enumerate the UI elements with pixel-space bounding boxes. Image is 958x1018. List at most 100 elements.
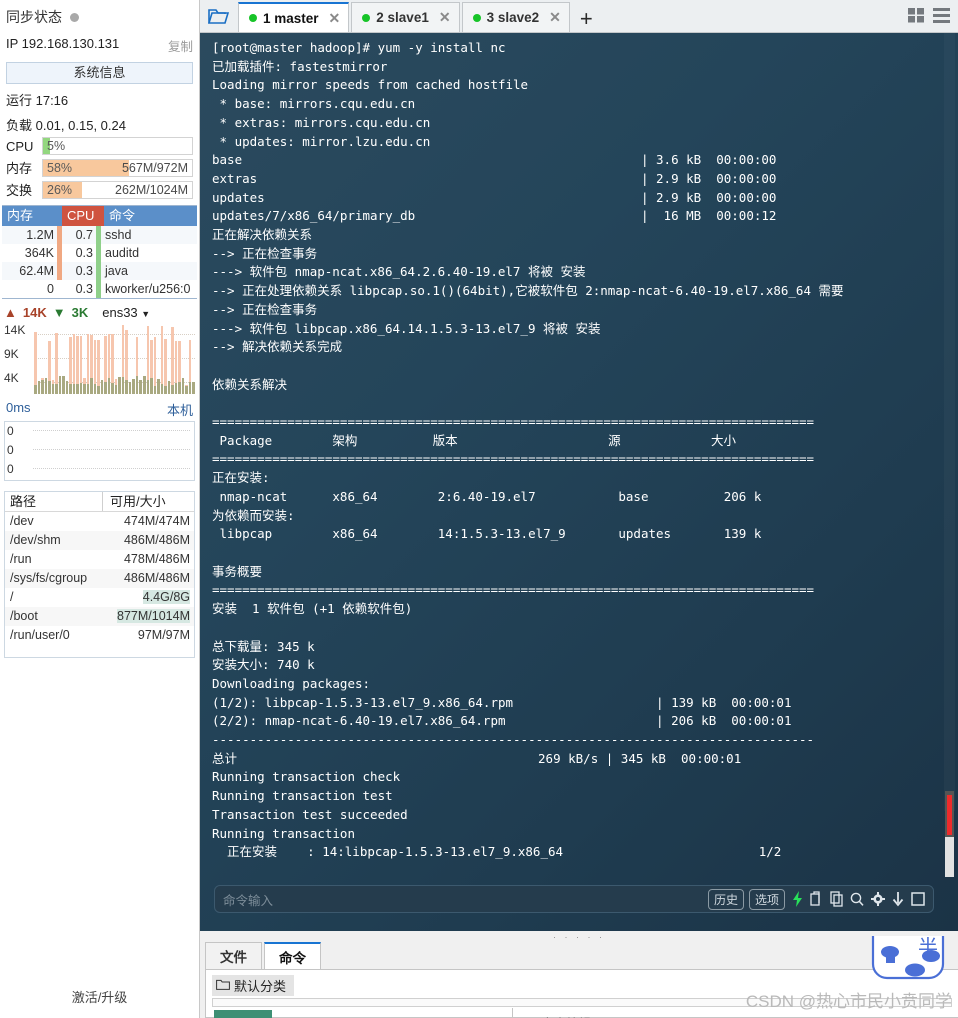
disk-row[interactable]: /boot 877M/1014M [5, 607, 194, 626]
lat-tick-2: 0 [7, 462, 14, 476]
process-mem: 1.2M [26, 228, 54, 242]
network-graph-y-axis: 14K 9K 4K [4, 322, 32, 394]
terminal-pane[interactable]: [root@master hadoop]# yum -y install nc … [200, 33, 958, 931]
tab-label: 1 master [263, 10, 319, 26]
net-bar [83, 322, 86, 394]
disk-row[interactable]: / 4.4G/8G [5, 588, 194, 607]
command-editor-title: 命令编辑器 [541, 1013, 604, 1018]
close-icon[interactable]: ✕ [549, 9, 561, 26]
net-bar [167, 322, 171, 394]
process-col-mem[interactable]: 内存 [2, 206, 62, 226]
copy-icon[interactable] [830, 891, 843, 907]
meter-row-CPU: CPU 5% [6, 137, 193, 155]
disk-avail: 486M/486M [123, 571, 190, 585]
bottom-tab-list: 文件 命令 [205, 942, 323, 969]
list-view-icon[interactable] [933, 8, 950, 26]
disk-path: /dev [10, 514, 34, 528]
paste-icon[interactable] [810, 891, 823, 907]
command-input[interactable]: 命令输入 [223, 890, 703, 909]
latency-graph: 0 0 0 [4, 421, 195, 481]
net-bar [121, 322, 125, 394]
bottom-tab-1[interactable]: 文件 [205, 942, 262, 969]
terminal-scrollbar[interactable] [944, 33, 955, 931]
default-category-item[interactable]: 默认分类 [212, 975, 295, 996]
tab-status-icon [362, 13, 371, 22]
terminal-tab-3[interactable]: 3 slave2 ✕ [461, 2, 570, 32]
process-cpu: 0.3 [75, 264, 93, 278]
net-bar [51, 322, 55, 394]
terminal-tab-2[interactable]: 2 slave1 ✕ [351, 2, 460, 32]
load-average-label: 负载 0.01, 0.15, 0.24 [6, 118, 126, 133]
network-interface-label: ens33 [102, 305, 138, 320]
meter-percent: 26% [47, 182, 73, 197]
activate-upgrade-link[interactable]: 激活/升级 [0, 987, 199, 1006]
scrollbar-track[interactable] [944, 33, 955, 811]
net-bar [171, 322, 174, 394]
app-root: 同步状态 IP 192.168.130.131 复制 系统信息 运行 17:16… [0, 0, 958, 1018]
latency-gridlines [33, 430, 190, 487]
window-icon[interactable] [911, 892, 925, 906]
new-tab-button[interactable]: + [572, 8, 603, 32]
process-row[interactable]: 364K 0.3 auditd [2, 244, 197, 262]
net-upload-value: 14K [22, 305, 47, 320]
lightning-icon[interactable] [792, 891, 803, 907]
disk-path: /run/user/0 [10, 628, 70, 642]
system-monitor-sidebar: 同步状态 IP 192.168.130.131 复制 系统信息 运行 17:16… [0, 0, 200, 1018]
panel-resize-grip[interactable]: · · · · · [553, 932, 605, 942]
process-row[interactable]: 0 0.3 kworker/u256:0 [2, 280, 197, 298]
ip-row: IP 192.168.130.131 复制 [6, 36, 193, 55]
close-icon[interactable]: ✕ [439, 9, 451, 26]
disk-col-avail: 可用/大小 [102, 492, 194, 511]
tabbar-right-controls [908, 8, 958, 32]
net-bar [181, 322, 185, 394]
process-col-cmd[interactable]: 命令 [104, 206, 197, 226]
process-row[interactable]: 1.2M 0.7 sshd [2, 226, 197, 244]
meter-bar: 58% 567M/972M [42, 158, 193, 177]
process-cpu: 0.3 [75, 282, 93, 296]
gear-icon[interactable] [871, 892, 885, 906]
folder-open-icon[interactable] [200, 0, 238, 32]
download-icon[interactable] [892, 891, 904, 907]
options-button[interactable]: 选项 [748, 888, 785, 910]
net-download-icon: ▼ [52, 305, 66, 320]
scrollbar-thumb[interactable] [945, 791, 954, 837]
system-info-button[interactable]: 系统信息 [6, 62, 193, 84]
process-row[interactable]: 62.4M 0.3 java [2, 262, 197, 280]
close-icon[interactable]: ✕ [329, 10, 341, 27]
net-tick-0: 14K [4, 323, 26, 337]
command-entry-chip[interactable] [214, 1010, 272, 1018]
disk-avail: 97M/97M [137, 628, 190, 642]
process-cmd: sshd [105, 228, 132, 242]
command-input-bar[interactable]: 命令输入 历史 选项 [214, 885, 934, 913]
disk-row[interactable]: /run/user/0 97M/97M [5, 626, 194, 645]
process-mem: 62.4M [19, 264, 54, 278]
disk-row[interactable]: /dev/shm 486M/486M [5, 531, 194, 550]
net-bar [185, 322, 188, 394]
disk-row[interactable]: /sys/fs/cgroup 486M/486M [5, 569, 194, 588]
history-button[interactable]: 历史 [707, 888, 744, 910]
net-bar [44, 322, 48, 394]
category-scroll-strip[interactable] [212, 998, 952, 1007]
net-bar [100, 322, 104, 394]
meter-row-交换: 交换 26% 262M/1024M [6, 180, 193, 199]
scrollbar-lower-track[interactable] [945, 837, 954, 877]
net-bar [58, 322, 62, 394]
default-category-label: 默认分类 [234, 979, 287, 994]
copy-ip-button[interactable]: 复制 [168, 36, 193, 55]
net-bar [37, 322, 41, 394]
sync-status-row: 同步状态 [6, 7, 199, 27]
process-col-cpu[interactable]: CPU [62, 206, 104, 226]
command-list-panel: 默认分类 命令编辑器 1 [205, 969, 958, 1018]
bottom-tab-2[interactable]: 命令 [264, 942, 321, 969]
network-interface-selector[interactable]: ens33 ▼ [102, 305, 150, 320]
disk-row[interactable]: /dev 474M/474M [5, 512, 194, 531]
grid-layout-icon[interactable] [908, 8, 925, 26]
disk-table-header: 路径 可用/大小 [5, 492, 194, 512]
disk-row[interactable]: /run 478M/486M [5, 550, 194, 569]
network-graph-canvas [34, 322, 195, 394]
terminal-tab-1[interactable]: 1 master ✕ [238, 2, 350, 32]
terminal-tabbar: 1 master ✕ 2 slave1 ✕ 3 slave2 ✕ + [200, 0, 958, 33]
search-icon[interactable] [850, 892, 864, 907]
meter-bar: 26% 262M/1024M [42, 180, 193, 199]
disk-avail: 877M/1014M [117, 609, 190, 623]
